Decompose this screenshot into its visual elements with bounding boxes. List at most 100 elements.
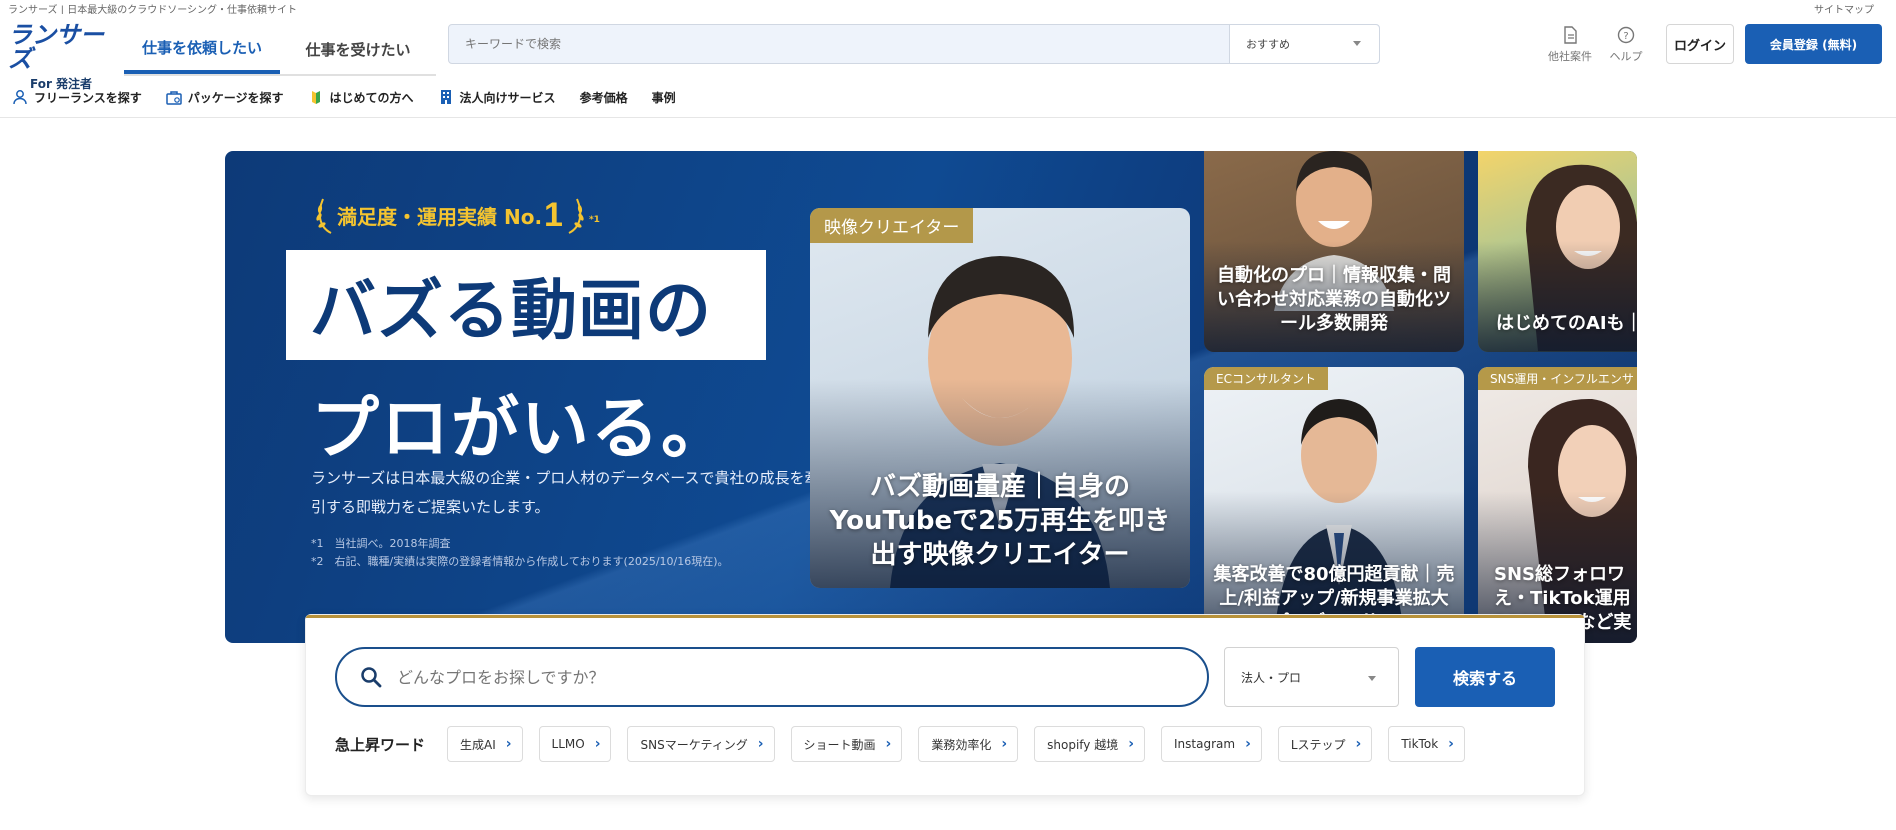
logo-wordmark: ランサーズ [8, 22, 104, 73]
hero-banner[interactable]: 満足度・運用実績 No. 1 *1 バズる動画の プロがいる。 ランサーズは日本… [225, 151, 1637, 643]
login-button[interactable]: ログイン [1666, 24, 1734, 64]
chevron-down-icon [1353, 41, 1361, 46]
chip-label: LLMO [551, 737, 585, 751]
chevron-right-icon: › [885, 736, 892, 752]
headline-line1: バズる動画の [310, 272, 712, 349]
pro-card-video[interactable]: 映像クリエイター バズ動画量産｜自身のYouTubeで25万再生を叩き出す映像ク… [810, 208, 1190, 588]
package-icon [166, 91, 182, 105]
chip-label: Instagram [1174, 737, 1236, 751]
laurel-right-icon [568, 198, 584, 234]
satisfaction-badge: 満足度・運用実績 No. 1 *1 [313, 195, 600, 235]
header-search-input[interactable] [449, 25, 1229, 63]
subnav-label: フリーランスを探す [34, 90, 142, 105]
document-icon [1564, 26, 1577, 44]
logo[interactable]: ランサーズ For 発注者 [8, 22, 118, 92]
help-label: ヘルプ [1609, 50, 1643, 63]
subnav-find-freelancer[interactable]: フリーランスを探す [12, 89, 142, 106]
headline-line2: プロがいる。 [311, 390, 732, 469]
laurel-left-icon [316, 198, 332, 234]
chip-label: Lステップ [1290, 737, 1346, 752]
footnote-1: *1 当社調べ。2018年調査 [311, 537, 451, 550]
tab-client[interactable]: 仕事を依頼したい [124, 24, 280, 74]
hero-description: ランサーズは日本最大級の企業・プロ人材のデータベースで貴社の成長を牽引する即戦力… [311, 469, 820, 516]
subnav-cases[interactable]: 事例 [652, 89, 676, 106]
badge-number: 1 [544, 195, 563, 234]
top-strip: ランサーズ | 日本最大級のクラウドソーシング・仕事依頼サイト サイトマップ [0, 0, 1896, 16]
search-button[interactable]: 検索する [1415, 647, 1555, 707]
chevron-right-icon: › [1001, 736, 1008, 752]
trend-chip[interactable]: 業務効率化 › [918, 726, 1019, 762]
subnav-beginners[interactable]: はじめての方へ [308, 89, 414, 106]
card-category: SNS運用・インフルエンサ [1478, 367, 1637, 390]
chip-label: 業務効率化 [931, 737, 992, 752]
chip-label: SNSマーケティング [640, 737, 748, 752]
chevron-right-icon: › [594, 736, 601, 752]
register-button[interactable]: 会員登録 (無料) [1745, 24, 1882, 64]
subnav-corporate[interactable]: 法人向けサービス [438, 89, 556, 106]
pro-card-automation[interactable]: 自動化のプロ｜情報収集・問い合わせ対応業務の自動化ツール多数開発 [1204, 151, 1464, 352]
subnav-label: パッケージを探す [187, 90, 284, 105]
pro-card-sns[interactable]: SNS運用・インフルエンサ SNS総フォロワえ・TikTok運用300%UPなど… [1478, 367, 1637, 643]
search-type-value: 法人・プロ [1241, 670, 1302, 685]
trend-chip[interactable]: SNSマーケティング › [627, 726, 775, 762]
svg-text:?: ? [1623, 31, 1628, 42]
chip-label: shopify 越境 [1047, 737, 1119, 752]
trend-chip[interactable]: TikTok › [1388, 726, 1465, 762]
trending-label: 急上昇ワード [335, 736, 426, 754]
chevron-right-icon: › [1448, 736, 1454, 752]
chevron-right-icon: › [757, 736, 764, 752]
chip-label: 生成AI [460, 737, 496, 752]
trend-chip[interactable]: ショート動画 › [790, 726, 903, 762]
chevron-right-icon: › [1128, 736, 1134, 752]
chevron-right-icon: › [1245, 736, 1251, 752]
other-jobs-link[interactable]: 他社案件 [1540, 24, 1600, 68]
chevron-right-icon: › [1355, 736, 1362, 752]
badge-text: 満足度・運用実績 No. [337, 204, 543, 229]
role-tabs: 仕事を依頼したい 仕事を受けたい [124, 24, 436, 76]
subnav-label: 参考価格 [579, 90, 628, 105]
person-icon [13, 90, 27, 105]
sort-select-value: おすすめ [1246, 38, 1290, 51]
pro-search-input[interactable] [397, 667, 1157, 687]
chevron-right-icon: › [505, 736, 512, 752]
search-panel: 法人・プロ 検索する 急上昇ワード 生成AI › LLMO › SNSマーケティング… [305, 614, 1585, 796]
header: ランサーズ For 発注者 仕事を依頼したい 仕事を受けたい おすすめ 他社案件… [0, 14, 1896, 118]
pro-search-box[interactable] [335, 647, 1209, 707]
subnav-reference-price[interactable]: 参考価格 [580, 89, 628, 106]
footnote-2: *2 右記、職種/実績は実際の登録者情報から作成しております(2025/10/1… [311, 555, 729, 568]
tab-worker[interactable]: 仕事を受けたい [280, 24, 436, 74]
header-search: おすすめ [448, 24, 1380, 64]
subnav-label: 法人向けサービス [459, 90, 556, 105]
card-title: 自動化のプロ｜情報収集・問い合わせ対応業務の自動化ツール多数開発 [1217, 265, 1451, 334]
chevron-down-icon [1368, 676, 1376, 681]
sort-select[interactable]: おすすめ [1229, 25, 1379, 63]
beginner-leaf-icon [311, 91, 320, 104]
chip-label: TikTok [1401, 737, 1439, 751]
sub-navigation: フリーランスを探す パッケージを探す はじめての方へ 法人向けサービス 参考価格… [12, 82, 700, 112]
other-jobs-label: 他社案件 [1548, 50, 1592, 63]
panel-accent-line [306, 615, 1584, 618]
search-type-select[interactable]: 法人・プロ [1224, 647, 1399, 707]
chip-label: ショート動画 [803, 737, 876, 752]
subnav-find-package[interactable]: パッケージを探す [166, 89, 284, 106]
trend-chip[interactable]: 生成AI › [447, 726, 523, 762]
headline-box: バズる動画の [286, 250, 766, 360]
trending-chips: 生成AI › LLMO › SNSマーケティング › ショート動画 › 業務効率化 › s… [447, 726, 1481, 762]
trend-chip[interactable]: Instagram › [1161, 726, 1262, 762]
card-title: バズ動画量産｜自身のYouTubeで25万再生を叩き出す映像クリエイター [829, 472, 1171, 570]
help-link[interactable]: ? ヘルプ [1596, 24, 1656, 68]
pro-card-ec[interactable]: ECコンサルタント 集客改善で80億円超貢献｜売上/利益アップ/新規事業拡大プロ… [1204, 367, 1464, 643]
search-icon [361, 667, 382, 688]
trend-chip[interactable]: LLMO › [538, 726, 612, 762]
pro-card-ai[interactable]: はじめてのAIも｜LINEチャット援 実績20社 [1478, 151, 1637, 352]
badge-footnote-mark: *1 [588, 215, 600, 225]
help-icon: ? [1617, 26, 1635, 44]
trend-chip[interactable]: shopify 越境 › [1034, 726, 1145, 762]
subnav-label: 事例 [651, 90, 676, 105]
card-category: 映像クリエイター [810, 208, 974, 243]
card-title: はじめてのAIも｜LINEチャット援 実績20社 [1496, 313, 1637, 334]
building-icon [440, 90, 451, 104]
card-category: ECコンサルタント [1204, 367, 1328, 390]
trend-chip[interactable]: Lステップ › [1277, 726, 1373, 762]
subnav-label: はじめての方へ [329, 90, 414, 105]
